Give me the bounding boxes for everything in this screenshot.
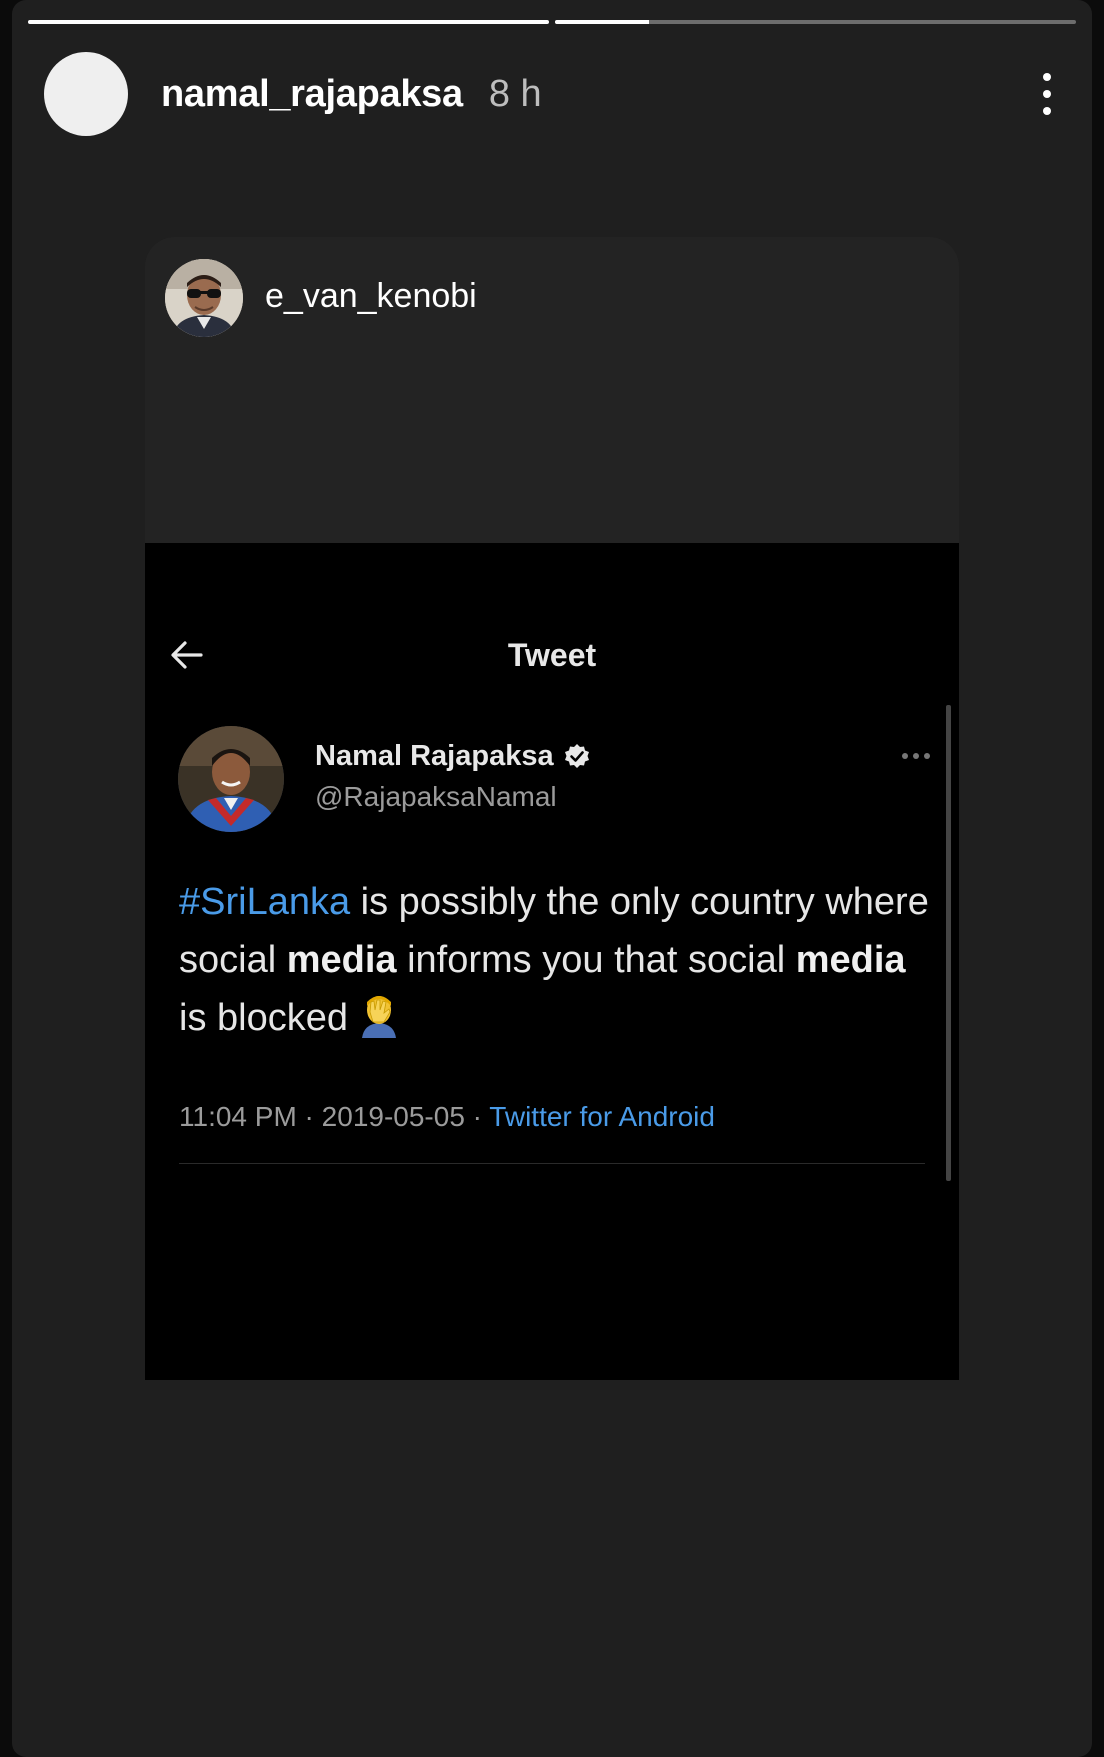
facepalm-emoji-icon xyxy=(361,996,396,1038)
more-vertical-icon-dot xyxy=(1043,73,1051,81)
more-vertical-icon-dot xyxy=(1043,90,1051,98)
story-header: namal_rajapaksa 8 h xyxy=(44,50,1062,138)
more-options-button[interactable] xyxy=(1032,64,1062,124)
story-progress xyxy=(28,20,1076,25)
tweet-divider xyxy=(179,1163,925,1164)
story-viewer[interactable]: namal_rajapaksa 8 h e_van_kenobi Tweet N… xyxy=(12,0,1092,1757)
user-photo-icon xyxy=(165,259,243,337)
meta-separator: · xyxy=(464,1101,490,1132)
tweet-text: #SriLanka is possibly the only country w… xyxy=(179,873,939,1047)
tweet-author-name-row: Namal Rajapaksa xyxy=(315,740,591,773)
story-username[interactable]: namal_rajapaksa xyxy=(161,73,463,116)
tweet-screenshot: Tweet Namal Rajapaksa @RajapaksaNamal #S… xyxy=(145,543,959,1380)
tweet-author-name: Namal Rajapaksa xyxy=(315,740,554,772)
tweet-date: 2019-05-05 xyxy=(321,1101,465,1132)
progress-segment-1 xyxy=(28,20,549,24)
tweet-text-bold: media xyxy=(795,939,906,981)
tweet-author-avatar xyxy=(178,726,284,832)
tweet-text-part: is blocked xyxy=(179,997,348,1039)
progress-fill-1 xyxy=(28,20,549,24)
shared-post-username[interactable]: e_van_kenobi xyxy=(265,277,477,316)
tweet-time: 11:04 PM xyxy=(179,1101,297,1132)
tweet-text-part: informs you that social xyxy=(396,939,796,981)
story-time-ago: 8 h xyxy=(488,72,542,115)
tweet-text-bold: media xyxy=(286,939,397,981)
scrollbar xyxy=(946,705,951,1181)
shared-post-card[interactable]: e_van_kenobi Tweet Namal Rajapaksa @Raja… xyxy=(145,237,959,1380)
tweet-source: Twitter for Android xyxy=(489,1101,715,1132)
tweet-meta: 11:04 PM · 2019-05-05 · Twitter for Andr… xyxy=(179,1101,715,1133)
progress-fill-2 xyxy=(555,20,649,24)
tweet-header-title: Tweet xyxy=(507,637,597,673)
tweet-author-handle: @RajapaksaNamal xyxy=(315,781,557,812)
more-vertical-icon-dot xyxy=(1043,107,1051,115)
meta-separator: · xyxy=(296,1101,322,1132)
verified-badge-icon xyxy=(564,743,589,768)
tweet-hashtag: #SriLanka xyxy=(179,881,351,923)
author-photo-icon xyxy=(178,726,284,832)
shared-post-header: e_van_kenobi xyxy=(145,237,959,543)
tweet-more-icon xyxy=(902,749,936,763)
story-avatar[interactable] xyxy=(44,52,128,136)
progress-segment-2 xyxy=(555,20,1076,24)
shared-post-avatar[interactable] xyxy=(165,259,243,337)
